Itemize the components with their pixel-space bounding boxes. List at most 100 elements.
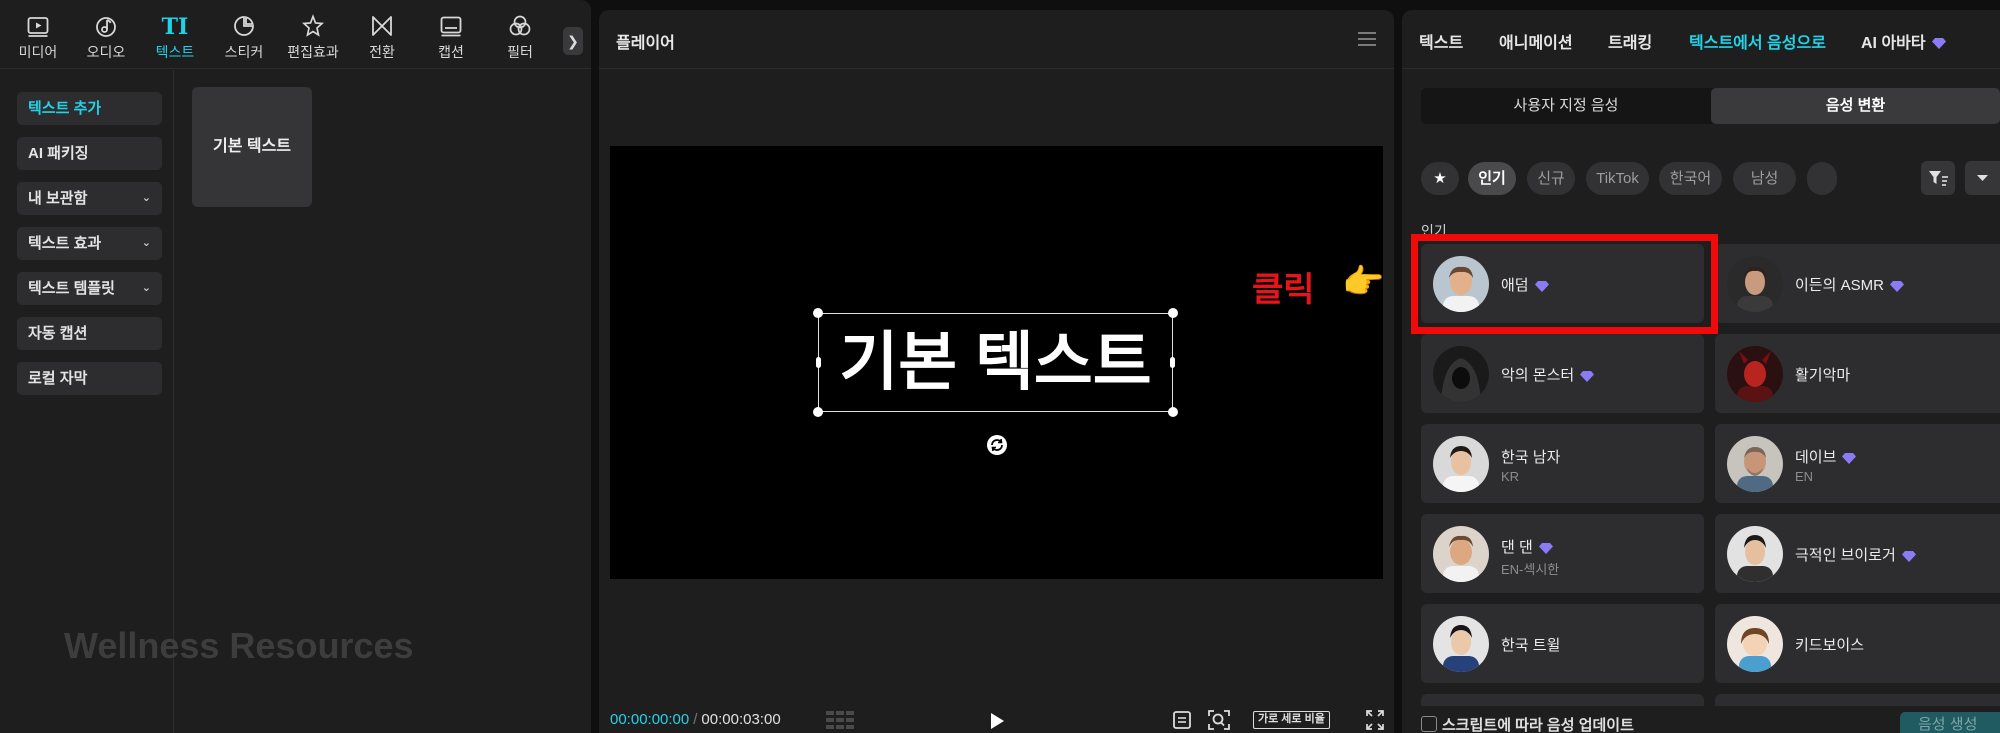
caption-icon: [421, 14, 481, 40]
avatar: [1727, 616, 1783, 672]
fit-icon[interactable]: [1172, 709, 1192, 731]
sidebar-item-auto-captions[interactable]: 자동 캡션: [17, 317, 162, 350]
filter-chip-overflow[interactable]: [1807, 162, 1837, 195]
filter-dropdown-button[interactable]: [1965, 161, 2000, 195]
tab-label: AI 아바타: [1861, 35, 1926, 52]
total-time: 00:00:03:00: [701, 711, 781, 728]
segment-custom-voice[interactable]: 사용자 지정 음성: [1421, 88, 1711, 124]
aspect-ratio-button[interactable]: 가로 세로 비율: [1253, 711, 1330, 729]
toolbar-effects[interactable]: 편집효과: [283, 14, 343, 64]
voice-name: 극적인 브이로거: [1795, 544, 1916, 565]
resize-handle[interactable]: [816, 357, 821, 368]
right-panel: 텍스트 애니메이션 트래킹 텍스트에서 음성으로 AI 아바타 사용자 지정 음…: [1402, 10, 2000, 733]
chevron-down-icon: ⌄: [141, 237, 151, 249]
tab-text-to-speech[interactable]: 텍스트에서 음성으로: [1689, 29, 1826, 53]
tab-ai-avatar[interactable]: AI 아바타: [1861, 29, 1946, 53]
watermark: Wellness Resources: [64, 625, 414, 666]
filter-chip-popular[interactable]: 인기: [1468, 162, 1516, 195]
premium-gem-icon: [1901, 550, 1916, 562]
voice-card-eden-asmr[interactable]: 이든의 ASMR: [1715, 244, 2000, 323]
sticker-icon: [214, 14, 274, 40]
resize-handle[interactable]: [1168, 308, 1178, 318]
tab-tracking[interactable]: 트래킹: [1608, 29, 1652, 53]
avatar: [1433, 526, 1489, 582]
voice-card-evil-monster[interactable]: 악의 몬스터: [1421, 334, 1704, 413]
toolbar-label: 텍스트: [155, 44, 195, 60]
voice-card-dave[interactable]: 데이브 EN: [1715, 424, 2000, 503]
avatar: [1433, 436, 1489, 492]
voice-card-dan-dan[interactable]: 댄 댄 EN-섹시한: [1421, 514, 1704, 593]
chevron-down-icon: ⌄: [141, 282, 151, 294]
sidebar-item-text-effects[interactable]: 텍스트 효과 ⌄: [17, 227, 162, 260]
update-checkbox[interactable]: [1421, 716, 1437, 732]
filter-chip-tiktok[interactable]: TikTok: [1586, 162, 1649, 195]
preview-canvas[interactable]: 기본 텍스트: [610, 146, 1383, 579]
voice-card-kid-voice[interactable]: 키드보이스: [1715, 604, 2000, 683]
voice-name: 이든의 ASMR: [1795, 274, 1904, 295]
fullscreen-icon[interactable]: [1365, 709, 1385, 731]
filter-chip-korean[interactable]: 한국어: [1659, 162, 1722, 195]
filter-chip-new[interactable]: 신규: [1527, 162, 1575, 195]
sidebar-item-add-text[interactable]: 텍스트 추가: [17, 92, 162, 125]
toolbar-text[interactable]: TI 텍스트: [145, 14, 205, 64]
voice-name: 악의 몬스터: [1501, 364, 1595, 385]
play-icon[interactable]: [988, 711, 1006, 731]
voice-card-korean-twill[interactable]: 한국 트윌: [1421, 604, 1704, 683]
transition-icon: [352, 14, 412, 40]
avatar: [1433, 616, 1489, 672]
sidebar-item-label: 텍스트 효과: [28, 235, 102, 252]
default-text-card[interactable]: 기본 텍스트: [192, 87, 312, 207]
annotation-click-text: 클릭: [1252, 271, 1315, 309]
voice-card-lively-devil[interactable]: 활기악마: [1715, 334, 2000, 413]
sidebar-item-label: AI 패키징: [28, 145, 89, 162]
section-label-popular: 인기: [1421, 223, 1447, 239]
toolbar-more-button[interactable]: ❯: [563, 27, 583, 55]
sidebar-item-text-templates[interactable]: 텍스트 템플릿 ⌄: [17, 272, 162, 305]
voice-name: 키드보이스: [1795, 637, 1865, 654]
tab-label: 텍스트: [1419, 35, 1464, 52]
resize-handle[interactable]: [1168, 407, 1178, 417]
toolbar-transition[interactable]: 전환: [352, 14, 412, 64]
voice-language: KR: [1501, 469, 1520, 484]
voice-card-dramatic-vlogger[interactable]: 극적인 브이로거: [1715, 514, 2000, 593]
segment-voice-conversion[interactable]: 음성 변환: [1711, 88, 2000, 124]
current-time: 00:00:00:00: [610, 711, 690, 728]
player-title: 플레이어: [616, 35, 675, 52]
sidebar-item-my-library[interactable]: 내 보관함 ⌄: [17, 182, 162, 215]
zoom-icon[interactable]: [1207, 709, 1231, 731]
toolbar-caption[interactable]: 캡션: [421, 14, 481, 64]
rotate-icon[interactable]: [986, 434, 1008, 456]
voice-language: EN-섹시한: [1501, 562, 1560, 577]
chevron-down-icon: ⌄: [141, 192, 151, 204]
tab-label: 텍스트에서 음성으로: [1689, 35, 1826, 52]
tab-text[interactable]: 텍스트: [1419, 29, 1463, 53]
voice-name: 애덤: [1501, 274, 1549, 295]
premium-gem-icon: [1889, 280, 1904, 292]
segment-label: 음성 변환: [1825, 97, 1886, 114]
caret-down-icon: [1977, 175, 1988, 181]
filter-sort-button[interactable]: [1921, 161, 1955, 195]
resize-handle[interactable]: [813, 308, 823, 318]
property-tabs: 텍스트 애니메이션 트래킹 텍스트에서 음성으로 AI 아바타: [1402, 10, 2000, 69]
sidebar-item-local-subtitles[interactable]: 로컬 자막: [17, 362, 162, 395]
filter-chip-male[interactable]: 남성: [1733, 162, 1796, 195]
resize-handle[interactable]: [1170, 357, 1175, 368]
canvas-text[interactable]: 기본 텍스트: [819, 314, 1172, 411]
filter-funnel-icon: [1929, 171, 1948, 186]
text-selection-box[interactable]: 기본 텍스트: [813, 308, 1178, 417]
grid-icon[interactable]: [826, 711, 854, 729]
toolbar-sticker[interactable]: 스티커: [214, 14, 274, 64]
voice-card-adam[interactable]: 애덤: [1421, 244, 1704, 323]
filter-favorites-star-icon[interactable]: ★: [1421, 162, 1459, 195]
toolbar-media[interactable]: 미디어: [8, 14, 68, 64]
sidebar-item-ai-packaging[interactable]: AI 패키징: [17, 137, 162, 170]
toolbar-filter[interactable]: 필터: [490, 14, 550, 64]
avatar: [1727, 256, 1783, 312]
voice-card-korean-man[interactable]: 한국 남자 KR: [1421, 424, 1704, 503]
resize-handle[interactable]: [813, 407, 823, 417]
tab-animation[interactable]: 애니메이션: [1499, 29, 1573, 53]
generate-speech-button[interactable]: 음성 생성: [1900, 712, 2000, 733]
voice-card-partial: [1715, 694, 2000, 706]
toolbar-audio[interactable]: 오디오: [76, 14, 136, 64]
menu-icon[interactable]: [1358, 32, 1376, 50]
